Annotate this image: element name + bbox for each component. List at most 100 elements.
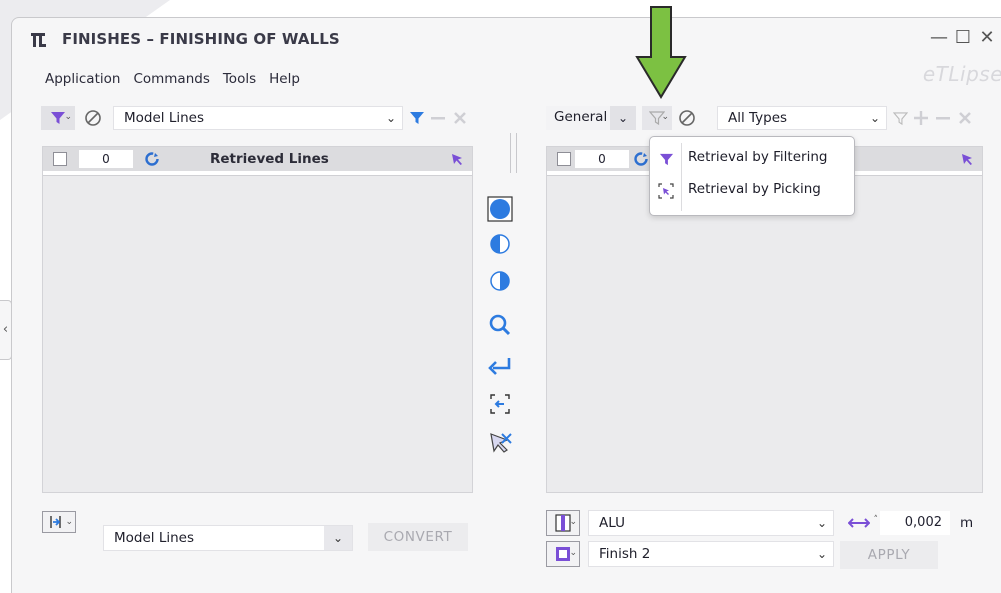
chevron-down-icon: ⌄ <box>65 517 73 527</box>
thickness-unit: m <box>960 515 974 531</box>
transfer-tool[interactable] <box>485 352 515 382</box>
finish-type-button[interactable]: ⌄ <box>546 541 580 567</box>
chevron-down-icon: ⌄ <box>569 517 577 527</box>
source-select[interactable]: Model Lines ⌄ <box>113 106 403 130</box>
window-title: FINISHES – FINISHING OF WALLS <box>62 30 340 48</box>
plus-icon <box>914 111 928 125</box>
title-bar: FINISHES – FINISHING OF WALLS — ☐ ✕ <box>12 18 1001 58</box>
menu-item-retrieval-filtering[interactable]: Retrieval by Filtering <box>650 143 854 173</box>
clear-filter-button[interactable] <box>80 106 106 130</box>
double-arrow-icon <box>848 518 870 528</box>
apply-button[interactable]: APPLY <box>840 541 938 569</box>
half-circle-right-icon <box>490 271 510 291</box>
list-header-label: Retrieved Lines <box>210 151 329 167</box>
pick-icon <box>656 181 676 201</box>
menu-item-retrieval-picking[interactable]: Retrieval by Picking <box>650 175 854 205</box>
chevron-down-icon: ⌄ <box>569 548 577 558</box>
retrieved-lines-list[interactable]: 0 Retrieved Lines <box>42 146 473 493</box>
brand-logo: eTLipse <box>922 62 1001 86</box>
thickness-input[interactable]: 0,002 <box>880 511 950 535</box>
close-icon <box>454 112 466 124</box>
chevron-down-icon: ⌄ <box>385 111 396 125</box>
chevron-down-icon: ⌄ <box>869 111 880 125</box>
apply-type-filter-button[interactable] <box>890 106 910 130</box>
select-all-tool[interactable] <box>485 194 515 224</box>
finish-select-value: Finish 2 <box>599 546 651 562</box>
source-select-value: Model Lines <box>124 110 204 126</box>
chevron-left-icon: ‹ <box>2 322 9 337</box>
no-symbol-icon <box>85 110 101 126</box>
side-collapse-handle[interactable]: ‹ <box>0 300 12 360</box>
full-circle-icon <box>487 196 513 222</box>
convert-select[interactable]: Model Lines ⌄ <box>103 525 353 551</box>
material-select-value: ALU <box>599 515 625 531</box>
chevron-down-icon: ⌄ <box>617 111 629 125</box>
refresh-icon[interactable] <box>144 151 160 167</box>
delete-button[interactable] <box>449 106 471 130</box>
menu-application[interactable]: Application <box>45 71 120 87</box>
clear-selection-tool[interactable] <box>485 428 515 458</box>
apply-filter-button[interactable] <box>407 106 427 130</box>
enter-arrow-icon <box>488 358 511 375</box>
category-select-value: General <box>554 109 608 125</box>
list-header: 0 Retrieved Lines <box>43 147 472 171</box>
convert-button[interactable]: CONVERT <box>368 523 468 551</box>
search-icon <box>489 314 511 336</box>
chevron-down-icon: ⌄ <box>816 516 827 530</box>
thickness-toggle[interactable]: ˄ <box>840 511 878 535</box>
add-button[interactable] <box>910 106 932 130</box>
menu-tools[interactable]: Tools <box>223 71 256 87</box>
type-select-value: All Types <box>728 110 788 126</box>
menu-item-label: Retrieval by Picking <box>688 181 821 197</box>
panel-divider <box>510 133 511 173</box>
chevron-up-icon: ˄ <box>873 515 879 525</box>
convert-select-value: Model Lines <box>114 530 194 546</box>
minus-icon <box>431 117 445 120</box>
filter-dropdown-button[interactable]: ⌄ <box>41 106 75 130</box>
count-field: 0 <box>575 150 629 168</box>
count-field: 0 <box>79 150 133 168</box>
half-circle-left-icon <box>490 234 510 254</box>
chevron-down-icon: ⌄ <box>64 112 72 122</box>
chevron-down-icon: ⌄ <box>324 526 352 550</box>
remove-button[interactable] <box>427 106 449 130</box>
clear-type-filter-button[interactable] <box>674 106 700 130</box>
filter-outline-icon <box>892 111 908 125</box>
panel-divider <box>516 133 517 173</box>
minimize-button[interactable]: — <box>929 28 949 48</box>
select-all-checkbox[interactable] <box>557 152 571 166</box>
material-type-button[interactable]: ⌄ <box>546 510 580 536</box>
menu-help[interactable]: Help <box>269 71 300 87</box>
delete-type-button[interactable] <box>954 106 976 130</box>
finish-select[interactable]: Finish 2 ⌄ <box>588 541 834 567</box>
retrieval-dropdown-button[interactable]: ⌄ <box>642 106 672 130</box>
material-select[interactable]: ALU ⌄ <box>588 510 834 536</box>
frame-arrow-icon <box>490 394 510 414</box>
annotation-arrow-icon <box>635 6 687 99</box>
zoom-tool[interactable] <box>485 310 515 340</box>
maximize-button[interactable]: ☐ <box>953 28 973 48</box>
minus-icon <box>936 117 950 120</box>
close-button[interactable]: ✕ <box>977 28 997 48</box>
half-left-tool[interactable] <box>485 229 515 259</box>
type-select[interactable]: All Types ⌄ <box>717 106 887 130</box>
list-body[interactable] <box>43 177 472 492</box>
cursor-pick-icon[interactable] <box>450 152 464 166</box>
select-all-checkbox[interactable] <box>53 152 67 166</box>
remove-type-button[interactable] <box>932 106 954 130</box>
pick-back-tool[interactable] <box>485 389 515 419</box>
chevron-down-icon: ⌄ <box>661 112 669 122</box>
chevron-down-icon: ⌄ <box>816 547 827 561</box>
cursor-pick-icon[interactable] <box>960 152 974 166</box>
refresh-icon[interactable] <box>633 151 649 167</box>
menu-commands[interactable]: Commands <box>133 71 209 87</box>
filter-icon <box>656 149 676 169</box>
list-body[interactable] <box>547 177 982 492</box>
category-select[interactable]: General <box>546 106 610 130</box>
app-logo-icon <box>31 33 46 47</box>
convert-options-button[interactable]: ⌄ <box>42 511 76 533</box>
retrieval-menu: Retrieval by Filtering Retrieval by Pick… <box>649 136 855 216</box>
category-dropdown-toggle[interactable]: ⌄ <box>610 106 636 130</box>
menu-bar: Application Commands Tools Help <box>45 71 300 87</box>
half-right-tool[interactable] <box>485 266 515 296</box>
